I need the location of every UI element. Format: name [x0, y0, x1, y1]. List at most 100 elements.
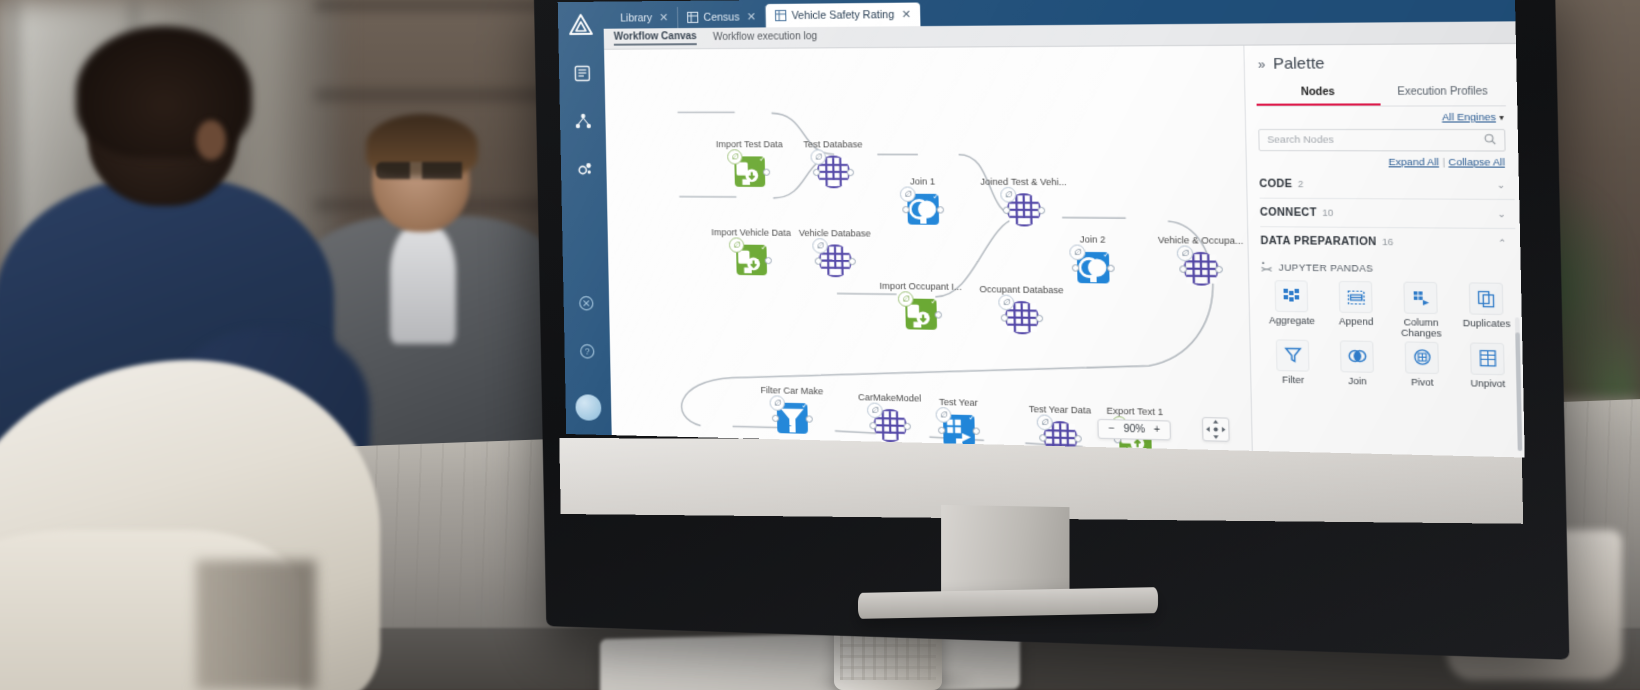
tab-nodes[interactable]: Nodes — [1256, 82, 1381, 106]
node-output-port[interactable] — [764, 256, 772, 264]
collapse-palette-icon[interactable]: » — [1258, 57, 1266, 72]
zoom-in-button[interactable]: + — [1154, 424, 1161, 436]
node-input-port[interactable] — [812, 168, 821, 176]
palette-node-append[interactable]: Append — [1325, 280, 1386, 339]
node-input-port[interactable] — [1179, 264, 1187, 273]
tab-library-close-icon[interactable]: ✕ — [659, 11, 668, 24]
node-output-port[interactable] — [1035, 314, 1044, 322]
expand-all-link[interactable]: Expand All — [1388, 157, 1439, 169]
node-input-port[interactable] — [771, 414, 780, 422]
palette-node-column-changes[interactable]: Column Changes — [1390, 281, 1452, 339]
category-code[interactable]: CODE 2 ⌄ — [1259, 170, 1515, 201]
node-vehicle-occupant[interactable]: Vehicle & Occupa... ∅ — [1158, 235, 1243, 287]
workflow-canvas[interactable]: Import Test Data ∅ ✓ Test Database ∅ Imp… — [604, 45, 1252, 451]
search-nodes-field[interactable] — [1258, 128, 1506, 152]
node-output-port[interactable] — [1037, 206, 1046, 214]
expand-collapse-links: Expand All | Collapse All — [1247, 151, 1519, 171]
chevron-down-icon[interactable]: ⌄ — [1497, 179, 1506, 191]
library-icon[interactable] — [567, 58, 597, 88]
help-icon[interactable]: ? — [572, 336, 602, 367]
tab-census[interactable]: Census ✕ — [678, 6, 767, 29]
node-output-port[interactable] — [805, 414, 813, 423]
node-label: CarMakeModel — [857, 392, 922, 404]
subtab-workflow-canvas[interactable]: Workflow Canvas — [613, 31, 697, 46]
settings-gear-icon[interactable] — [569, 154, 599, 184]
category-data-preparation[interactable]: DATA PREPARATION 16 ⌃ — [1260, 227, 1516, 257]
node-output-port[interactable] — [846, 168, 855, 176]
all-engines-link[interactable]: All Engines — [1442, 112, 1496, 124]
node-test-database[interactable]: Test Database ∅ — [803, 139, 863, 190]
palette-scroll-area[interactable]: CODE 2 ⌄ CONNECT 10 ⌄ DATA PREPARATION 1… — [1247, 170, 1525, 457]
node-vehicle-database[interactable]: Vehicle Database ∅ — [799, 228, 871, 278]
zoom-out-button[interactable]: − — [1108, 423, 1115, 435]
tab-census-close-icon[interactable]: ✕ — [746, 10, 756, 23]
node-output-port[interactable] — [934, 310, 943, 319]
chevron-down-icon[interactable]: ⌄ — [1497, 208, 1506, 220]
node-input-port[interactable] — [1071, 263, 1080, 272]
palette-node-filter[interactable]: Filter — [1263, 339, 1324, 386]
engines-selector-row: All Engines ▾ — [1246, 106, 1518, 124]
node-label: Export Text 1 — [1106, 405, 1164, 418]
node-join-2[interactable]: Join 2 ∅ ✓ — [1069, 234, 1115, 286]
node-join-1[interactable]: Join 1 ∅ ✓ — [899, 176, 945, 227]
node-import-test-data[interactable]: Import Test Data ∅ ✓ — [716, 139, 783, 189]
node-import-occupant[interactable]: Import Occupant I... ∅ ✓ — [879, 281, 962, 331]
palette-node-unpivot[interactable]: Unpivot — [1456, 342, 1518, 390]
node-input-port[interactable] — [814, 257, 822, 265]
chevron-up-icon[interactable]: ⌃ — [1498, 237, 1507, 249]
node-occupant-database[interactable]: Occupant Database ∅ — [979, 284, 1064, 336]
tab-vehicle-safety-rating-label: Vehicle Safety Rating — [791, 8, 895, 22]
node-status-badge: ∅ — [998, 294, 1015, 311]
palette-node-aggregate[interactable]: Aggregate — [1261, 280, 1322, 338]
tab-library[interactable]: Library ✕ — [611, 6, 679, 29]
palette-title: Palette — [1272, 54, 1325, 73]
node-output-port[interactable] — [848, 257, 856, 265]
palette-scrollbar-thumb[interactable] — [1515, 332, 1523, 451]
node-carmakemodel[interactable]: CarMakeModel ∅ — [858, 392, 921, 444]
palette-node-pivot[interactable]: Pivot — [1391, 341, 1453, 388]
connections-icon[interactable] — [568, 106, 598, 136]
node-label: Joined Test & Vehi... — [980, 176, 1067, 188]
search-input[interactable] — [1267, 134, 1484, 147]
collapse-all-link[interactable]: Collapse All — [1448, 157, 1505, 169]
content-row: Import Test Data ∅ ✓ Test Database ∅ Imp… — [604, 43, 1525, 458]
node-output-port[interactable] — [1215, 265, 1223, 273]
node-output-port[interactable] — [762, 168, 771, 176]
subgroup-jupyter-pandas[interactable]: JUPYTER PANDAS — [1261, 255, 1517, 281]
palette-node-label: Unpivot — [1470, 377, 1506, 389]
node-output-port[interactable] — [1107, 264, 1115, 272]
node-input-port[interactable] — [902, 205, 910, 213]
palette-node-join[interactable]: Join — [1327, 340, 1388, 387]
node-output-port[interactable] — [936, 205, 945, 213]
category-connect[interactable]: CONNECT 10 ⌄ — [1259, 198, 1516, 230]
user-avatar[interactable] — [575, 394, 602, 421]
node-output-port[interactable] — [1074, 434, 1082, 442]
node-filter-car-make[interactable]: Filter Car Make ∅ ✓ — [760, 385, 823, 435]
person-b-glasses — [376, 162, 468, 179]
node-status-badge: ∅ — [727, 149, 743, 165]
fit-to-screen-button[interactable] — [1201, 417, 1230, 442]
search-icon[interactable] — [1484, 133, 1497, 148]
accessibility-icon[interactable] — [571, 288, 601, 318]
palette-header: » Palette — [1244, 44, 1516, 78]
node-input-port[interactable] — [937, 426, 946, 434]
node-joined-test-vehicle[interactable]: Joined Test & Vehi... ∅ — [980, 177, 1067, 227]
node-output-port[interactable] — [972, 426, 981, 435]
node-input-port[interactable] — [1039, 433, 1047, 442]
tab-execution-profiles[interactable]: Execution Profiles — [1380, 82, 1506, 106]
category-name: CODE — [1259, 178, 1293, 191]
app-logo[interactable] — [564, 8, 598, 42]
category-count: 2 — [1297, 178, 1304, 190]
tab-vehicle-safety-rating-close-icon[interactable]: ✕ — [901, 8, 911, 21]
node-stub — [1197, 277, 1205, 284]
node-input-port[interactable] — [869, 421, 877, 429]
node-output-port[interactable] — [903, 422, 911, 430]
node-input-port[interactable] — [1002, 206, 1011, 214]
tab-vehicle-safety-rating[interactable]: Vehicle Safety Rating ✕ — [765, 2, 921, 28]
node-import-vehicle-data[interactable]: Import Vehicle Data ∅ ✓ — [711, 227, 791, 278]
subtab-workflow-execution-log[interactable]: Workflow execution log — [713, 31, 818, 44]
node-test-year[interactable]: Test Year ∅ ✓ — [935, 397, 981, 448]
node-input-port[interactable] — [1000, 313, 1009, 322]
chevron-down-icon[interactable]: ▾ — [1499, 113, 1504, 123]
palette-node-duplicates[interactable]: Duplicates — [1455, 282, 1518, 341]
